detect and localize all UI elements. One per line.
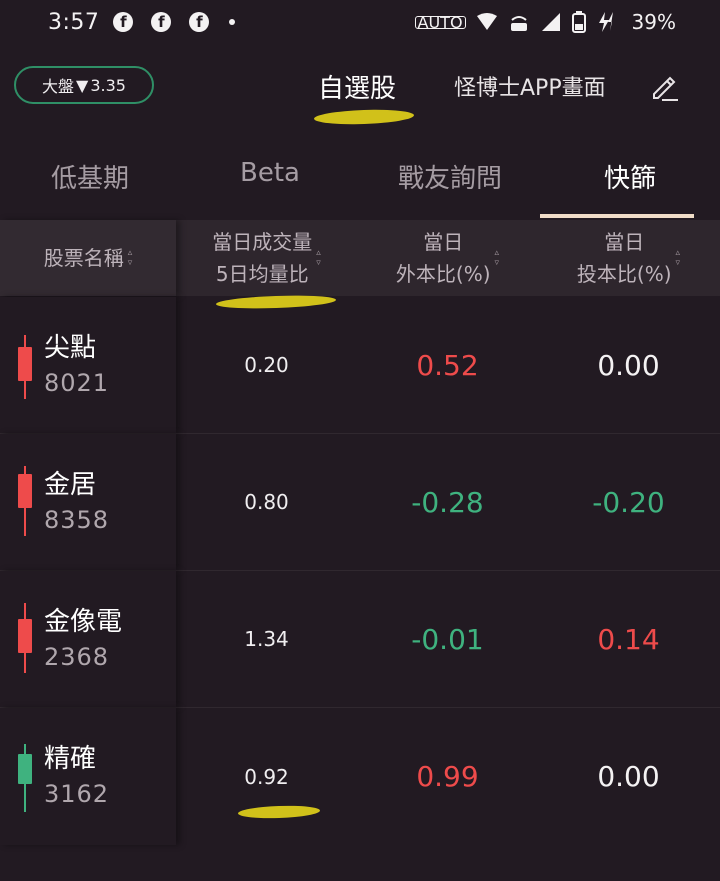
tab-low-base[interactable]: 低基期 <box>0 140 180 218</box>
table-row[interactable]: 金像電 2368 1.34 -0.01 0.14 <box>0 571 720 708</box>
sort-icon: ▵ ▿ <box>316 248 321 268</box>
stock-name: 金像電 <box>44 607 123 637</box>
market-badge-label: 大盤 <box>42 77 75 96</box>
pencil-edit-icon[interactable] <box>648 70 680 102</box>
trust-ratio-cell: 0.14 <box>597 622 660 656</box>
column-header-label: 投本比(%) <box>576 262 672 286</box>
stock-name: 尖點 <box>44 333 97 363</box>
stock-name-cell: 金居 8358 <box>0 434 176 570</box>
tab-quick-screen[interactable]: 快篩 <box>540 140 720 218</box>
stock-table: 尖點 8021 0.20 0.52 0.00 金居 8358 0.80 -0.2… <box>0 297 720 845</box>
facebook-icon: f <box>151 12 172 32</box>
status-time: 3:57 <box>48 9 100 35</box>
signal-icon <box>541 13 560 31</box>
market-index-badge[interactable]: 大盤 ▼ 3.35 <box>14 66 154 104</box>
status-right: AUTO 39% <box>414 10 676 34</box>
column-header-label: 5日均量比 <box>215 262 309 286</box>
foreign-ratio-cell: -0.28 <box>411 485 484 519</box>
foreign-ratio-cell: -0.01 <box>411 622 484 656</box>
stock-name: 金居 <box>44 470 97 500</box>
volte-icon <box>510 16 527 31</box>
trust-ratio-cell: -0.20 <box>592 485 665 519</box>
foreign-ratio-cell: 0.52 <box>416 348 479 382</box>
down-triangle-icon: ▼ <box>76 75 89 95</box>
column-header-label: 外本比(%) <box>395 262 491 286</box>
stock-code: 8021 <box>44 369 110 397</box>
stock-code: 2368 <box>44 643 110 671</box>
stock-name-cell: 金像電 2368 <box>0 571 176 707</box>
volume-ratio-cell: 1.34 <box>244 627 289 651</box>
wifi-icon <box>476 13 497 30</box>
trust-ratio-cell: 0.00 <box>597 348 660 382</box>
column-header-label: 當日成交量 <box>212 230 313 254</box>
sort-icon: ▵ ▿ <box>675 248 681 268</box>
table-row[interactable]: 精確 3162 0.92 0.99 0.00 <box>0 708 720 845</box>
auto-hz-icon: AUTO <box>414 14 466 30</box>
column-header-foreign-ratio[interactable]: 當日 外本比(%) ▵ ▿ <box>357 220 538 296</box>
column-header-label: 當日 <box>604 230 645 254</box>
more-notifications-dot-icon <box>229 19 236 25</box>
sort-icon: ▵ ▿ <box>127 248 133 268</box>
table-header: 股票名稱 ▵ ▿ 當日成交量 5日均量比 ▵ ▿ 當日 外本比(%) ▵ ▿ 當日 投… <box>0 220 720 296</box>
column-header-label: 股票名稱 <box>43 246 124 270</box>
stock-name-cell: 尖點 8021 <box>0 297 176 433</box>
stock-code: 8358 <box>44 506 110 534</box>
charging-icon <box>598 12 613 32</box>
tab-bar: 低基期 Beta 戰友詢問 快篩 <box>0 140 720 218</box>
stock-code: 3162 <box>44 780 110 808</box>
volume-ratio-cell: 0.92 <box>244 764 289 789</box>
battery-icon <box>571 11 586 33</box>
page-subtitle: 怪博士APP畫面 <box>454 76 606 101</box>
tab-beta[interactable]: Beta <box>180 140 360 218</box>
column-header-trust-ratio[interactable]: 當日 投本比(%) ▵ ▿ <box>538 220 719 296</box>
facebook-icon: f <box>189 12 210 32</box>
column-header-label: 當日 <box>423 230 464 254</box>
highlight-marker <box>313 108 415 126</box>
status-bar: 3:57 f f f AUTO 39% <box>0 0 720 44</box>
volume-ratio-cell: 0.20 <box>244 353 289 377</box>
trust-ratio-cell: 0.00 <box>597 760 660 793</box>
page-title[interactable]: 自選股 <box>318 68 396 105</box>
stock-name: 精確 <box>44 744 97 774</box>
table-row[interactable]: 金居 8358 0.80 -0.28 -0.20 <box>0 434 720 571</box>
table-row[interactable]: 尖點 8021 0.20 0.52 0.00 <box>0 297 720 434</box>
facebook-icon: f <box>113 12 134 32</box>
tab-friend-inquiry[interactable]: 戰友詢問 <box>360 140 540 218</box>
column-header-volume-ratio[interactable]: 當日成交量 5日均量比 ▵ ▿ <box>176 220 357 296</box>
stock-name-cell: 精確 3162 <box>0 708 176 845</box>
column-header-stock-name[interactable]: 股票名稱 ▵ ▿ <box>0 220 176 296</box>
market-badge-value: 3.35 <box>90 75 126 95</box>
foreign-ratio-cell: 0.99 <box>416 760 479 793</box>
battery-percent: 39% <box>631 10 676 34</box>
volume-ratio-cell: 0.80 <box>244 490 289 514</box>
sort-icon: ▵ ▿ <box>494 248 500 268</box>
